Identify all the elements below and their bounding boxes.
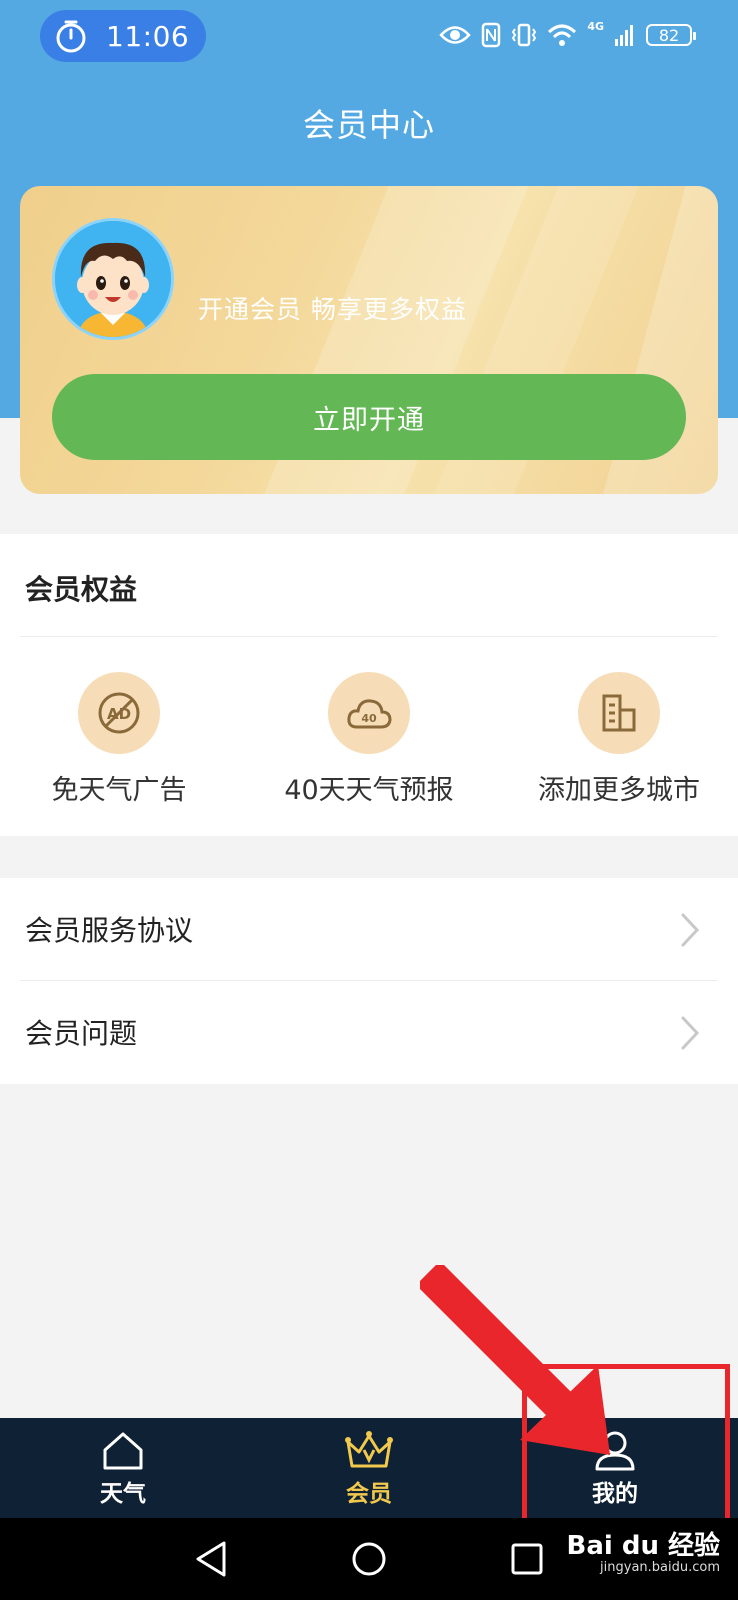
member-benefits-section: 会员权益 AD 免天气广告 40 40天天气预报 — [0, 534, 738, 836]
tab-label: 会员 — [346, 1481, 392, 1507]
battery-level: 82 — [658, 25, 680, 45]
battery-indicator: 82 — [646, 24, 696, 46]
watermark-url: jingyan.baidu.com — [600, 1559, 720, 1575]
member-card: 开通会员 畅享更多权益 立即开通 — [20, 186, 718, 494]
tab-label: 天气 — [100, 1481, 146, 1507]
benefit-icon-bg: AD — [78, 672, 160, 754]
cloud-40-icon: 40 — [347, 699, 392, 729]
benefit-icon-bg — [578, 672, 660, 754]
home-nav-icon[interactable] — [350, 1540, 388, 1578]
baidu-jingyan-watermark: Bai du 经验 jingyan.baidu.com — [567, 1532, 721, 1575]
cartoon-boy-avatar-icon — [55, 221, 171, 337]
timer-icon — [56, 20, 86, 53]
member-slogan: 开通会员 畅享更多权益 — [198, 295, 467, 324]
back-icon[interactable] — [194, 1540, 228, 1578]
open-membership-button[interactable]: 立即开通 — [52, 374, 686, 460]
nfc-icon — [482, 22, 501, 48]
timer-pill[interactable]: 11:06 — [40, 10, 206, 62]
city-buildings-icon — [602, 694, 636, 732]
status-time: 11:06 — [106, 19, 190, 53]
tab-weather[interactable]: 天气 — [0, 1418, 246, 1518]
benefit-more-cities[interactable]: 添加更多城市 — [524, 672, 714, 807]
list-item-label: 会员问题 — [25, 1017, 138, 1050]
page-title: 会员中心 — [302, 106, 435, 144]
status-icons: 4G 82 — [439, 20, 696, 50]
network-type-label: 4G — [587, 20, 604, 33]
recents-icon[interactable] — [510, 1542, 544, 1576]
cloud-40-icon-text: 40 — [361, 712, 377, 725]
no-ads-icon: AD — [98, 692, 140, 734]
member-links-list: 会员服务协议 会员问题 — [0, 878, 738, 1084]
annotation-highlight-box — [522, 1364, 730, 1530]
list-item-label: 会员服务协议 — [25, 914, 194, 947]
list-item-service-agreement[interactable]: 会员服务协议 — [0, 878, 738, 981]
divider — [20, 636, 718, 637]
wifi-icon — [548, 24, 577, 46]
home-icon — [103, 1432, 143, 1470]
benefit-icon-bg: 40 — [328, 672, 410, 754]
status-bar: 11:06 4G 82 — [0, 0, 738, 70]
eye-icon — [439, 26, 472, 44]
signal-icon — [615, 25, 633, 46]
benefits-title: 会员权益 — [25, 573, 138, 606]
benefit-40-day-forecast[interactable]: 40 40天天气预报 — [272, 672, 466, 807]
avatar[interactable] — [52, 218, 174, 340]
benefit-label: 40天天气预报 — [284, 775, 454, 806]
vibrate-icon — [512, 23, 537, 47]
watermark-logo: Bai du 经验 — [566, 1531, 721, 1561]
list-item-member-questions[interactable]: 会员问题 — [0, 981, 738, 1083]
benefit-no-ads[interactable]: AD 免天气广告 — [24, 672, 214, 807]
chevron-right-icon — [681, 913, 700, 947]
benefit-label: 免天气广告 — [51, 775, 187, 806]
crown-icon — [345, 1431, 393, 1468]
chevron-right-icon — [681, 1016, 700, 1050]
benefit-label: 添加更多城市 — [538, 775, 700, 806]
